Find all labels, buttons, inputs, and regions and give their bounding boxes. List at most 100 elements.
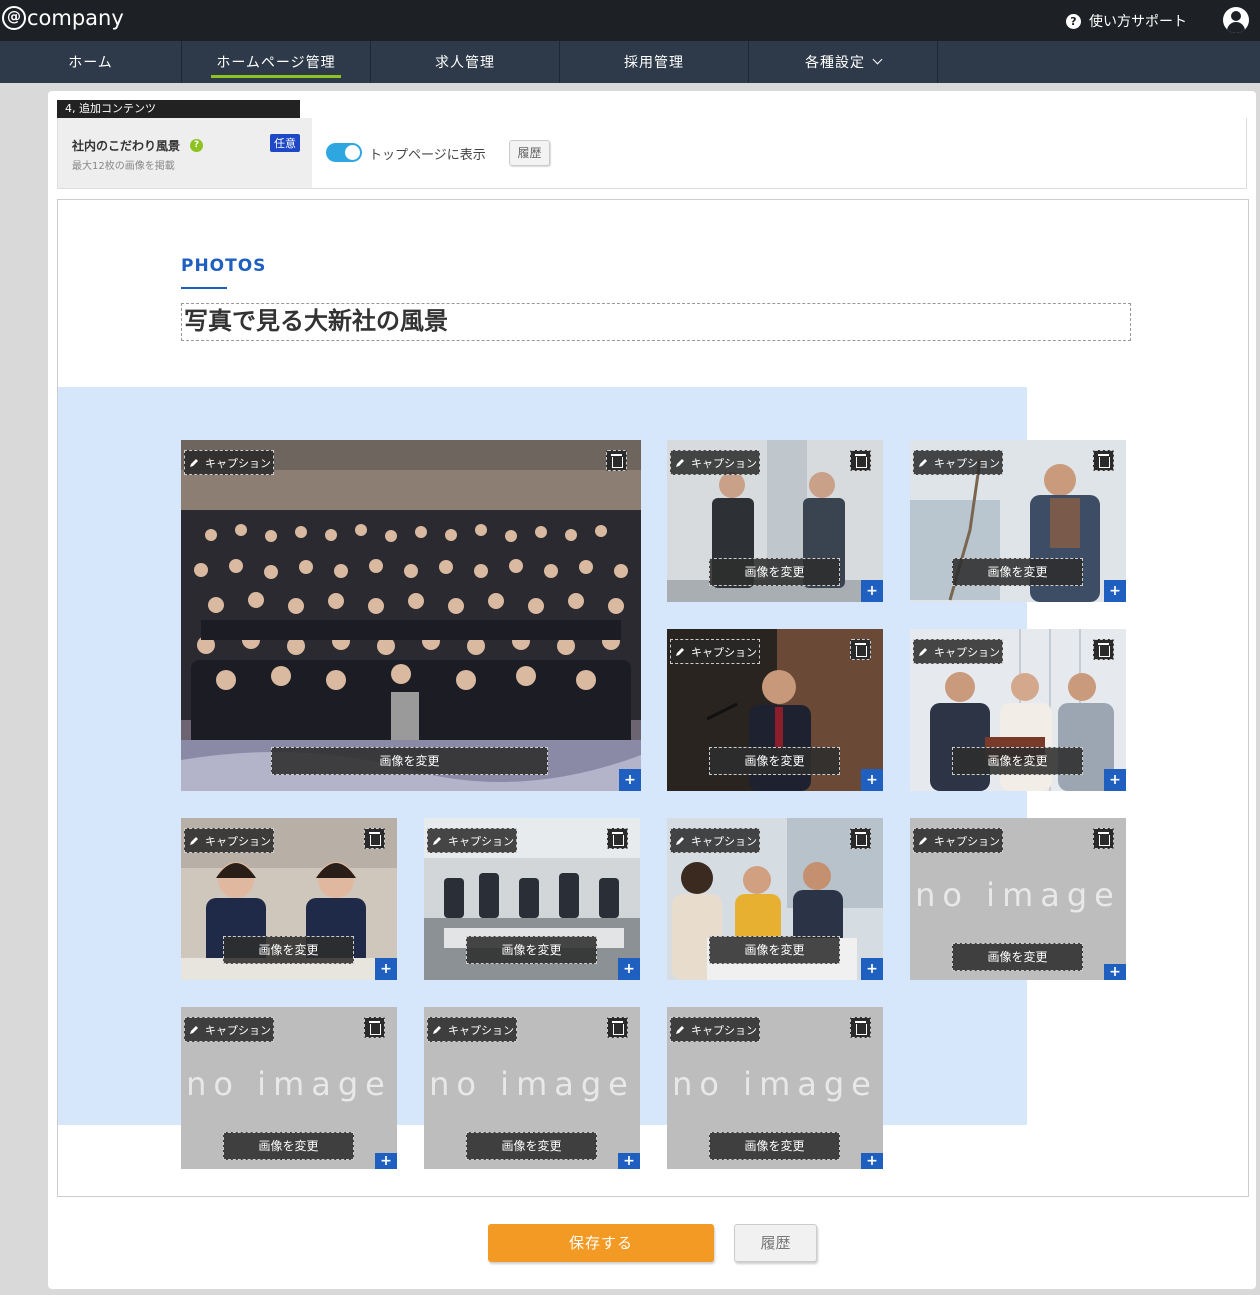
pencil-icon xyxy=(433,836,441,845)
caption-label: キャプション xyxy=(205,456,271,470)
add-button[interactable]: + xyxy=(618,958,640,980)
nav-job-label: 求人管理 xyxy=(435,55,495,71)
pencil-icon xyxy=(433,1025,441,1034)
logo-text: company xyxy=(27,6,124,30)
history-button-small[interactable]: 履歴 xyxy=(509,140,550,166)
caption-label: キャプション xyxy=(448,834,514,848)
no-image-placeholder: no image xyxy=(186,1065,392,1103)
caption-label: キャプション xyxy=(934,645,1000,659)
nav-settings[interactable]: 各種設定 xyxy=(749,41,938,83)
caption-button[interactable]: キャプション xyxy=(913,639,1003,664)
add-button[interactable]: + xyxy=(618,1153,640,1169)
caption-label: キャプション xyxy=(691,1023,757,1037)
photo-tile-1: キャプション 画像を変更 + xyxy=(181,440,641,791)
caption-button[interactable]: キャプション xyxy=(184,828,274,853)
change-image-button[interactable]: 画像を変更 xyxy=(709,936,840,964)
add-button[interactable]: + xyxy=(375,958,397,980)
top-page-toggle[interactable] xyxy=(326,143,362,162)
nav-settings-label: 各種設定 xyxy=(805,55,865,71)
change-image-button[interactable]: 画像を変更 xyxy=(271,747,548,775)
pencil-icon xyxy=(190,836,198,845)
photo-group xyxy=(181,440,641,791)
change-image-button[interactable]: 画像を変更 xyxy=(952,558,1083,586)
main-nav: ホーム ホームページ管理 求人管理 採用管理 各種設定 xyxy=(0,41,1260,83)
change-image-button[interactable]: 画像を変更 xyxy=(709,1132,840,1160)
nav-job-management[interactable]: 求人管理 xyxy=(371,41,560,83)
trash-icon[interactable] xyxy=(607,1017,628,1038)
preview-panel: PHOTOS 写真で見る大新社の風景 キャプション 画像を変更 + キャプション… xyxy=(57,199,1249,1197)
photos-label: PHOTOS xyxy=(181,256,267,276)
add-button[interactable]: + xyxy=(861,769,883,791)
change-image-button[interactable]: 画像を変更 xyxy=(709,558,840,586)
section-tag: 4, 追加コンテンツ xyxy=(57,100,300,118)
company-logo[interactable]: @ company xyxy=(2,6,124,30)
pencil-icon xyxy=(676,1025,684,1034)
caption-button[interactable]: キャプション xyxy=(427,1017,517,1042)
pencil-icon xyxy=(190,1025,198,1034)
add-button[interactable]: + xyxy=(619,769,641,791)
caption-label: キャプション xyxy=(448,1023,514,1037)
caption-button[interactable]: キャプション xyxy=(670,1017,760,1042)
caption-button[interactable]: キャプション xyxy=(913,828,1003,853)
add-button[interactable]: + xyxy=(1104,580,1126,602)
change-image-button[interactable]: 画像を変更 xyxy=(952,943,1083,971)
add-button[interactable]: + xyxy=(1104,769,1126,791)
save-button[interactable]: 保存する xyxy=(488,1224,714,1262)
caption-button[interactable]: キャプション xyxy=(670,828,760,853)
heading-editable[interactable]: 写真で見る大新社の風景 xyxy=(181,303,1131,341)
section-settings-row: 社内のこだわり風景 ? 最大12枚の画像を掲載 任意 トップページに表示 履歴 xyxy=(57,118,1247,189)
history-button[interactable]: 履歴 xyxy=(734,1224,817,1262)
caption-label: キャプション xyxy=(934,834,1000,848)
photo-tile-4: キャプション 画像を変更 + xyxy=(667,629,883,791)
photo-tile-3: キャプション 画像を変更 + xyxy=(910,440,1126,602)
change-image-button[interactable]: 画像を変更 xyxy=(223,936,354,964)
change-image-button[interactable]: 画像を変更 xyxy=(709,747,840,775)
trash-icon[interactable] xyxy=(364,828,385,849)
toggle-label: トップページに表示 xyxy=(369,148,486,163)
caption-label: キャプション xyxy=(205,834,271,848)
photo-tile-12: no image キャプション 画像を変更 + xyxy=(667,1007,883,1169)
trash-icon[interactable] xyxy=(364,1017,385,1038)
caption-button[interactable]: キャプション xyxy=(184,450,274,475)
section-title: 社内のこだわり風景 xyxy=(72,139,181,153)
change-image-button[interactable]: 画像を変更 xyxy=(223,1132,354,1160)
question-icon[interactable]: ? xyxy=(190,139,204,152)
trash-icon[interactable] xyxy=(850,639,871,660)
caption-label: キャプション xyxy=(934,456,1000,470)
trash-icon[interactable] xyxy=(850,828,871,849)
pencil-icon xyxy=(919,458,927,467)
support-link[interactable]: ? 使い方サポート xyxy=(1066,11,1187,31)
nav-homepage-label: ホームページ管理 xyxy=(216,55,336,71)
add-button[interactable]: + xyxy=(1104,964,1126,980)
caption-button[interactable]: キャプション xyxy=(427,828,517,853)
add-button[interactable]: + xyxy=(861,580,883,602)
trash-icon[interactable] xyxy=(1093,828,1114,849)
trash-icon[interactable] xyxy=(1093,639,1114,660)
pencil-icon xyxy=(676,458,684,467)
caption-button[interactable]: キャプション xyxy=(670,639,760,664)
trash-icon[interactable] xyxy=(850,1017,871,1038)
caption-button[interactable]: キャプション xyxy=(184,1017,274,1042)
photo-tile-10: no image キャプション 画像を変更 + xyxy=(181,1007,397,1169)
user-avatar-icon[interactable] xyxy=(1223,7,1249,33)
change-image-button[interactable]: 画像を変更 xyxy=(952,747,1083,775)
add-button[interactable]: + xyxy=(375,1153,397,1169)
nav-recruitment-management[interactable]: 採用管理 xyxy=(560,41,749,83)
trash-icon[interactable] xyxy=(607,828,628,849)
pencil-icon xyxy=(676,647,684,656)
change-image-button[interactable]: 画像を変更 xyxy=(466,1132,597,1160)
no-image-placeholder: no image xyxy=(915,876,1121,914)
trash-icon[interactable] xyxy=(606,450,627,471)
trash-icon[interactable] xyxy=(1093,450,1114,471)
nav-home[interactable]: ホーム xyxy=(0,41,182,83)
change-image-button[interactable]: 画像を変更 xyxy=(466,936,597,964)
section-subtitle: 最大12枚の画像を掲載 xyxy=(72,161,175,172)
pencil-icon xyxy=(676,836,684,845)
caption-button[interactable]: キャプション xyxy=(670,450,760,475)
trash-icon[interactable] xyxy=(850,450,871,471)
nav-homepage-management[interactable]: ホームページ管理 xyxy=(182,41,371,83)
caption-label: キャプション xyxy=(691,456,757,470)
caption-button[interactable]: キャプション xyxy=(913,450,1003,475)
add-button[interactable]: + xyxy=(861,1153,883,1169)
add-button[interactable]: + xyxy=(861,958,883,980)
